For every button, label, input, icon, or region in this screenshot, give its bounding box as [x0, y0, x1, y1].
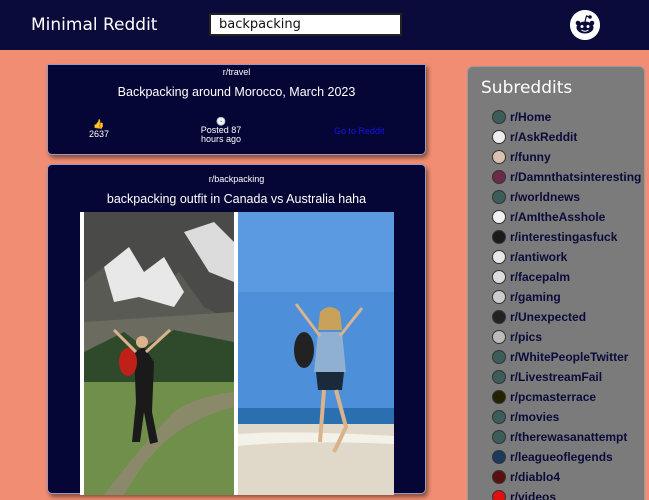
app-title[interactable]: Minimal Reddit: [31, 15, 157, 35]
subreddit-icon: [492, 230, 506, 244]
subreddit-list: r/Home r/AskReddit r/funny r/Damnthatsinter…: [492, 107, 641, 500]
sidebar-item-label: r/AskReddit: [510, 130, 578, 144]
sidebar-item-label: r/interestingasfuck: [510, 230, 618, 244]
sidebar-item-funny[interactable]: r/funny: [492, 147, 641, 167]
sidebar-item-movies[interactable]: r/movies: [492, 407, 641, 427]
sidebar-item-label: r/WhitePeopleTwitter: [510, 350, 629, 364]
sidebar-item-label: r/AmItheAsshole: [510, 210, 606, 224]
subreddit-icon: [492, 130, 506, 144]
post-title[interactable]: backpacking outfit in Canada vs Australi…: [48, 192, 425, 206]
sidebar-item-label: r/pics: [510, 330, 543, 344]
sidebar-item-label: r/LivestreamFail: [510, 370, 603, 384]
vote-count: 👍 2637: [88, 120, 110, 140]
sidebar-item-label: r/Damnthatsinteresting: [510, 170, 642, 184]
posted-text: Posted 87 hours ago: [200, 125, 242, 144]
post-card[interactable]: r/backpacking backpacking outfit in Cana…: [47, 164, 426, 495]
sidebar-item-home[interactable]: r/Home: [492, 107, 641, 127]
sidebar-item-gaming[interactable]: r/gaming: [492, 287, 641, 307]
go-to-reddit-link[interactable]: Go to Reddit: [334, 126, 385, 136]
sidebar-item-interestingasfuck[interactable]: r/interestingasfuck: [492, 227, 641, 247]
sidebar-item-label: r/worldnews: [510, 190, 581, 204]
subreddit-icon: [492, 410, 506, 424]
subreddit-icon: [492, 490, 506, 500]
sidebar-item-pcmasterrace[interactable]: r/pcmasterrace: [492, 387, 641, 407]
sidebar-item-label: r/diablo4: [510, 470, 561, 484]
sidebar-item-label: r/therewasanattempt: [510, 430, 628, 444]
posted-time: 🕓 Posted 87 hours ago: [196, 117, 246, 144]
header: Minimal Reddit: [0, 0, 649, 50]
subreddit-icon: [492, 450, 506, 464]
subreddit-icon: [492, 470, 506, 484]
vote-number: 2637: [88, 129, 110, 139]
subreddit-icon: [492, 270, 506, 284]
sidebar-item-label: r/Unexpected: [510, 310, 587, 324]
subreddit-icon: [492, 150, 506, 164]
sidebar-item-diablo4[interactable]: r/diablo4: [492, 467, 641, 487]
sidebar-item-label: r/Home: [510, 110, 552, 124]
sidebar-item-label: r/antiwork: [510, 250, 568, 264]
sidebar-item-label: r/funny: [510, 150, 551, 164]
sidebar-item-label: r/movies: [510, 410, 560, 424]
subreddit-icon: [492, 430, 506, 444]
sidebar-item-pics[interactable]: r/pics: [492, 327, 641, 347]
subreddit-icon: [492, 290, 506, 304]
post-title[interactable]: Backpacking around Morocco, March 2023: [48, 85, 425, 99]
sidebar-item-worldnews[interactable]: r/worldnews: [492, 187, 641, 207]
subreddit-icon: [492, 170, 506, 184]
sidebar-item-unexpected[interactable]: r/Unexpected: [492, 307, 641, 327]
subreddits-sidebar: Subreddits r/Home r/AskReddit r/funny r/Dam…: [467, 66, 645, 500]
sidebar-item-facepalm[interactable]: r/facepalm: [492, 267, 641, 287]
subreddit-icon: [492, 250, 506, 264]
sidebar-item-leagueoflegends[interactable]: r/leagueoflegends: [492, 447, 641, 467]
post-image[interactable]: [80, 212, 394, 495]
sidebar-item-damnthatsinteresting[interactable]: r/Damnthatsinteresting: [492, 167, 641, 187]
post-subreddit[interactable]: r/backpacking: [48, 174, 425, 184]
sidebar-item-livestreamfail[interactable]: r/LivestreamFail: [492, 367, 641, 387]
post-feed: r/travel Backpacking around Morocco, Mar…: [47, 64, 426, 500]
subreddit-icon: [492, 190, 506, 204]
subreddit-icon: [492, 210, 506, 224]
search-input[interactable]: [209, 13, 402, 36]
thumbs-up-icon[interactable]: 👍: [88, 120, 110, 129]
sidebar-title: Subreddits: [481, 78, 573, 98]
subreddit-icon: [492, 110, 506, 124]
subreddit-icon: [492, 370, 506, 384]
photo-australia: [238, 212, 394, 495]
subreddit-icon: [492, 350, 506, 364]
post-card[interactable]: r/travel Backpacking around Morocco, Mar…: [47, 64, 426, 155]
reddit-alien-icon[interactable]: [570, 10, 600, 40]
photo-canada: [84, 212, 234, 495]
sidebar-item-therewasanattempt[interactable]: r/therewasanattempt: [492, 427, 641, 447]
sidebar-item-askreddit[interactable]: r/AskReddit: [492, 127, 641, 147]
sidebar-item-label: r/leagueoflegends: [510, 450, 613, 464]
sidebar-item-whitepeopletwitter[interactable]: r/WhitePeopleTwitter: [492, 347, 641, 367]
sidebar-item-antiwork[interactable]: r/antiwork: [492, 247, 641, 267]
sidebar-item-label: r/pcmasterrace: [510, 390, 597, 404]
sidebar-item-amitheasshole[interactable]: r/AmItheAsshole: [492, 207, 641, 227]
sidebar-item-videos[interactable]: r/videos: [492, 487, 641, 500]
subreddit-icon: [492, 330, 506, 344]
post-subreddit[interactable]: r/travel: [48, 67, 425, 77]
sidebar-item-label: r/facepalm: [510, 270, 571, 284]
sidebar-item-label: r/gaming: [510, 290, 561, 304]
sidebar-item-label: r/videos: [510, 490, 557, 500]
subreddit-icon: [492, 390, 506, 404]
subreddit-icon: [492, 310, 506, 324]
